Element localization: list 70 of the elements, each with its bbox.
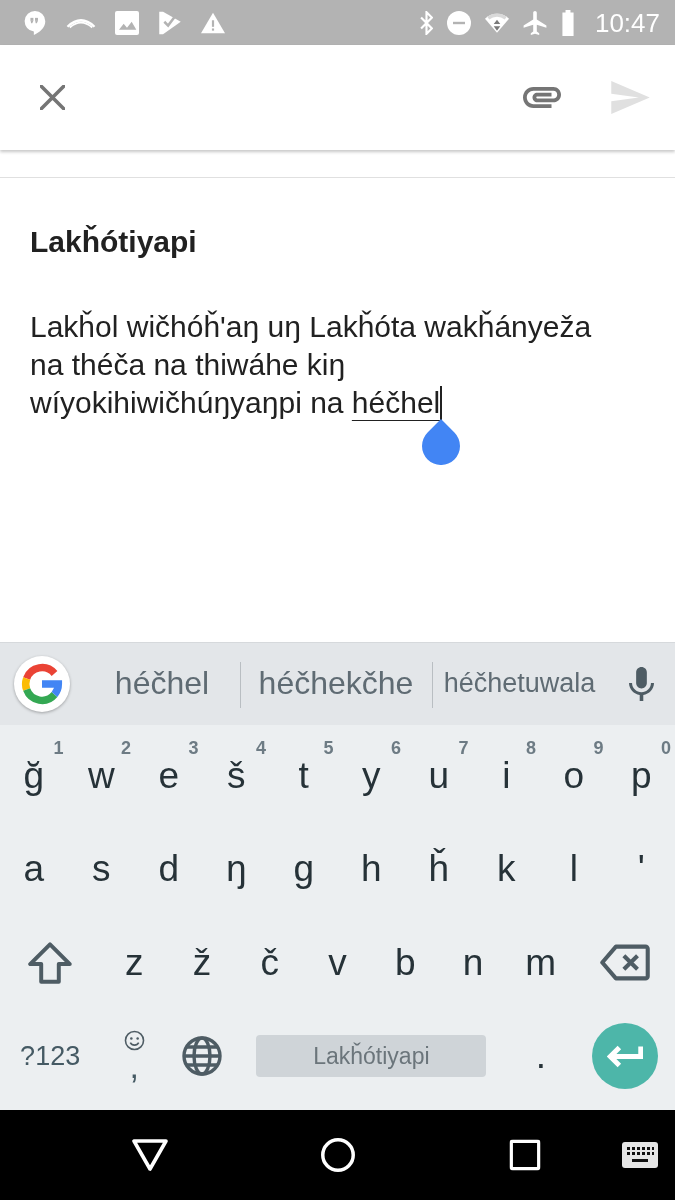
letter-key[interactable]: h bbox=[360, 847, 382, 892]
image-icon bbox=[115, 10, 139, 35]
body-field[interactable]: Lakȟol wičhóȟ'aŋ uŋ Lakȟóta wakȟányeža na théča na thiwáhe kiŋ wíyokihiwičhúŋyaŋpi na héčhel bbox=[30, 308, 620, 422]
letter-key[interactable]: o bbox=[563, 753, 585, 798]
warning-icon bbox=[201, 10, 225, 35]
key-hint: 6 bbox=[391, 739, 401, 757]
letter-key[interactable]: ŋ bbox=[225, 847, 247, 892]
letter-key[interactable]: a bbox=[23, 847, 45, 892]
letter-key[interactable]: ğ bbox=[23, 753, 45, 798]
letter-key[interactable]: ž bbox=[192, 940, 212, 985]
letter-key[interactable]: k bbox=[497, 847, 516, 892]
key-hint: 2 bbox=[121, 739, 131, 757]
wifi-arrows-icon bbox=[484, 10, 509, 35]
letter-key[interactable]: z bbox=[124, 940, 144, 985]
letter-key[interactable]: i bbox=[502, 753, 511, 798]
letter-key[interactable]: n bbox=[462, 940, 484, 985]
keyboard-icon[interactable] bbox=[622, 1142, 658, 1168]
arc-icon bbox=[66, 16, 96, 29]
letter-key[interactable]: y bbox=[362, 753, 381, 798]
suggestion[interactable]: héčhekčhe bbox=[258, 665, 414, 702]
letter-key[interactable]: v bbox=[328, 940, 347, 985]
globe-icon[interactable] bbox=[181, 1036, 222, 1077]
letter-key[interactable]: e bbox=[158, 753, 180, 798]
suggestion[interactable]: héčhetuwala bbox=[443, 667, 596, 699]
recents-icon[interactable] bbox=[509, 1139, 541, 1171]
bluetooth-icon bbox=[419, 10, 433, 35]
enter-icon bbox=[606, 1044, 643, 1068]
letter-key[interactable]: l bbox=[569, 847, 578, 892]
back-icon[interactable] bbox=[132, 1139, 168, 1171]
letter-key[interactable]: b bbox=[394, 940, 416, 985]
letter-key[interactable]: š bbox=[227, 753, 246, 798]
letter-key[interactable]: ȟ bbox=[428, 847, 450, 892]
status-time: 10:47 bbox=[594, 9, 660, 36]
symbols-key[interactable]: ?123 bbox=[20, 1040, 81, 1073]
letter-key[interactable]: č bbox=[260, 940, 279, 985]
letter-key[interactable]: w bbox=[87, 753, 115, 798]
letter-key[interactable]: t bbox=[298, 753, 309, 798]
cursor-handle-icon[interactable] bbox=[422, 419, 461, 465]
letter-key[interactable]: u bbox=[428, 753, 450, 798]
letter-key[interactable]: p bbox=[630, 753, 652, 798]
smiley-icon bbox=[123, 1030, 145, 1052]
letter-key[interactable]: s bbox=[92, 847, 111, 892]
letter-key[interactable]: . bbox=[535, 1034, 546, 1079]
key-hint: 9 bbox=[593, 739, 604, 757]
key-hint: 7 bbox=[458, 739, 469, 757]
comma-key[interactable]: , bbox=[129, 1051, 139, 1083]
microphone-icon[interactable] bbox=[628, 666, 654, 701]
key-hint: 3 bbox=[188, 739, 199, 757]
letter-key[interactable]: ' bbox=[637, 847, 645, 892]
key-hint: 8 bbox=[526, 739, 536, 757]
close-icon[interactable] bbox=[40, 85, 65, 110]
google-logo-icon[interactable] bbox=[14, 655, 70, 712]
quote-bubble-icon bbox=[23, 10, 47, 35]
check-flag-icon bbox=[158, 10, 182, 35]
suggestion[interactable]: héčhel bbox=[114, 665, 210, 702]
airplane-icon bbox=[522, 10, 547, 35]
key-hint: 1 bbox=[53, 739, 64, 757]
do-not-disturb-icon bbox=[446, 10, 471, 35]
letter-key[interactable]: d bbox=[158, 847, 180, 892]
letter-key[interactable]: m bbox=[525, 940, 557, 985]
title-field[interactable]: Lakȟótiyapi bbox=[30, 222, 620, 262]
letter-key[interactable]: g bbox=[293, 847, 315, 892]
key-hint: 5 bbox=[323, 739, 334, 757]
paperclip-icon[interactable] bbox=[523, 87, 561, 108]
key-hint: 4 bbox=[256, 739, 266, 757]
key-hint: 0 bbox=[661, 739, 671, 757]
backspace-icon[interactable] bbox=[599, 944, 650, 982]
battery-icon bbox=[560, 9, 575, 36]
shift-icon[interactable] bbox=[28, 941, 73, 984]
home-icon[interactable] bbox=[320, 1137, 356, 1173]
